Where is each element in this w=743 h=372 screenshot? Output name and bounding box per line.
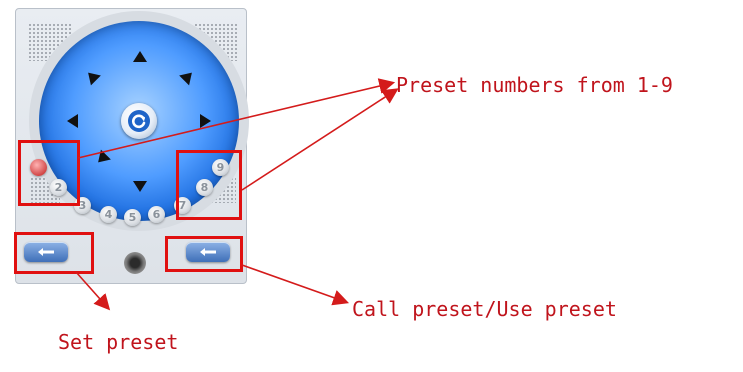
set-preset-label: Set preset	[58, 330, 179, 354]
arrow-to-call-label	[241, 264, 350, 306]
arrow-to-preset-label-2	[241, 88, 399, 191]
preset-numbers-label: Preset numbers from 1-9	[396, 73, 673, 97]
call-preset-label: Call preset/Use preset	[352, 297, 617, 321]
arrow-to-set-label	[75, 271, 111, 311]
arrow-to-preset-label-1	[77, 78, 396, 159]
